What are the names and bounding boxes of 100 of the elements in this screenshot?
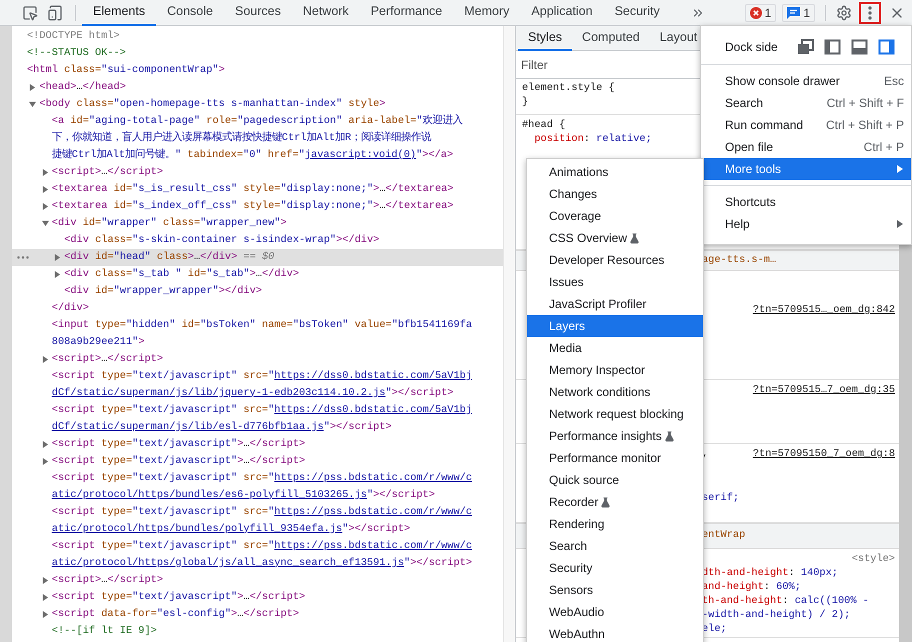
dock-right-icon[interactable]: [877, 38, 895, 56]
code-line: 下，你就知道，盲人用户进入读屏幕模式请按快捷键Ctrl加Alt加R；阅读详细操作说: [52, 130, 432, 146]
code-line: <script type="text/javascript">…</script>: [52, 436, 306, 452]
expand-arrow-icon[interactable]: [29, 84, 36, 91]
panel-tab[interactable]: Application: [520, 0, 604, 26]
menu-item[interactable]: Coverage: [527, 205, 703, 227]
css-line: serif;: [702, 491, 740, 506]
menu-item[interactable]: Show console drawer Esc: [701, 70, 911, 92]
panel-tab[interactable]: Performance: [360, 0, 454, 26]
source-link[interactable]: ?tn=5709515…7_oem_dg:35: [752, 382, 895, 398]
url-link[interactable]: dCf/static/superman/js/lib/esl-d776bfb1aa.js: [52, 420, 324, 433]
collapse-arrow-icon[interactable]: [29, 101, 36, 108]
code-line: </div>: [52, 300, 89, 316]
code-line: <!--STATUS OK-->: [27, 46, 126, 61]
expand-arrow-icon[interactable]: [42, 577, 49, 584]
menu-item[interactable]: CSS Overview: [527, 227, 703, 249]
url-link[interactable]: https://dss0.bdstatic.com/5aV1bj: [274, 370, 472, 382]
expand-arrow-icon[interactable]: [42, 169, 49, 176]
url-link[interactable]: atic/protocol/https/bundles/es6-polyfill_5103265.js: [52, 488, 367, 501]
collapse-arrow-icon[interactable]: [42, 220, 49, 227]
menu-item[interactable]: Rendering: [527, 513, 703, 535]
expand-arrow-icon[interactable]: [42, 458, 49, 465]
css-line: }: [522, 95, 528, 110]
expand-arrow-icon[interactable]: [54, 271, 62, 278]
expand-arrow-icon[interactable]: [42, 441, 49, 448]
menu-item[interactable]: Issues: [527, 271, 703, 293]
menu-item[interactable]: Run command Ctrl + Shift + P: [701, 114, 911, 136]
sidebar-tab[interactable]: Styles: [518, 26, 572, 50]
expand-arrow-icon[interactable]: [42, 611, 49, 618]
url-link[interactable]: javascript:void(0): [304, 148, 416, 161]
menu-item[interactable]: More tools: [701, 158, 911, 180]
message-count-badge[interactable]: 1: [782, 4, 815, 22]
code-line: <script>…</script>: [52, 352, 164, 367]
panel-tab[interactable]: Network: [292, 0, 360, 26]
device-icon[interactable]: [47, 4, 63, 20]
panel-tab[interactable]: Memory: [453, 0, 520, 26]
menu-item[interactable]: Performance insights: [527, 425, 703, 447]
url-link[interactable]: https://dss0.bdstatic.com/5aV1bj: [274, 404, 472, 416]
error-count-badge[interactable]: 1: [744, 4, 776, 22]
menu-item[interactable]: Animations: [527, 161, 703, 183]
expand-arrow-icon[interactable]: [42, 186, 49, 193]
panel-tab[interactable]: Console: [156, 0, 224, 26]
menu-item[interactable]: Media: [527, 337, 703, 359]
code-line: <div id="head" class>…</div> == $0: [64, 250, 274, 265]
menu-item[interactable]: Open file Ctrl + P: [701, 136, 911, 158]
menu-item[interactable]: WebAudio: [527, 601, 703, 623]
flask-icon: [600, 496, 612, 508]
dock-undock-icon[interactable]: [796, 38, 814, 56]
more-dots-icon[interactable]: [17, 256, 29, 259]
menu-item[interactable]: Search Ctrl + Shift + F: [701, 92, 911, 114]
menu-item[interactable]: Quick source: [527, 469, 703, 491]
panel-tab[interactable]: Elements: [82, 0, 156, 26]
code-line: <script type="text/javascript">…</script>: [52, 590, 306, 605]
selected-row[interactable]: <div id="head" class>…</div> == $0: [12, 249, 503, 266]
dock-side-label: Dock side: [725, 39, 778, 56]
code-line: <script type="text/javascript" src="https://pss.bdstatic.com/r/www/c: [52, 470, 472, 486]
dock-bottom-icon[interactable]: [850, 38, 868, 56]
menu-item[interactable]: Shortcuts: [701, 191, 911, 213]
url-link[interactable]: atic/protocol/https/bundles/polyfill_9354efa.js: [52, 522, 342, 535]
menu-item[interactable]: Memory Inspector: [527, 359, 703, 381]
menu-item[interactable]: WebAuthn: [527, 623, 703, 642]
sidebar-tab[interactable]: Computed: [572, 26, 650, 50]
source-link[interactable]: ?tn=5709515…_oem_dg:842: [752, 302, 895, 318]
menu-item[interactable]: Network conditions: [527, 381, 703, 403]
menu-item[interactable]: Recorder: [527, 491, 703, 513]
url-link[interactable]: atic/protocol/https/global/js/all_async_search_ef13591.js: [52, 556, 404, 569]
menu-item[interactable]: Security: [527, 557, 703, 579]
menu-item[interactable]: JavaScript Profiler: [527, 293, 703, 315]
menu-item[interactable]: Performance monitor: [527, 447, 703, 469]
url-link[interactable]: https://pss.bdstatic.com/r/www/c: [274, 472, 472, 484]
selector-text: entWrap: [702, 528, 746, 544]
code-line: <script type="text/javascript">…</script>: [52, 454, 306, 469]
code-line: <head>…</head>: [39, 80, 126, 95]
css-line: #head {: [522, 118, 566, 134]
source-link[interactable]: ?tn=57095150_7_oem_dg:8: [752, 447, 895, 463]
menu-item[interactable]: Sensors: [527, 579, 703, 601]
expand-arrow-icon[interactable]: [42, 356, 49, 363]
expand-arrow-icon[interactable]: [42, 203, 49, 210]
inspect-icon[interactable]: [22, 4, 38, 20]
menu-item[interactable]: Help: [701, 213, 911, 235]
settings-icon[interactable]: [836, 4, 852, 20]
sidebar-tab[interactable]: Layout: [650, 26, 708, 50]
menu-item[interactable]: Changes: [527, 183, 703, 205]
css-line: element.style {: [522, 81, 615, 96]
url-link[interactable]: https://pss.bdstatic.com/r/www/c: [274, 540, 472, 552]
dock-left-icon[interactable]: [823, 38, 841, 56]
menu-item[interactable]: Developer Resources: [527, 249, 703, 271]
panel-tab[interactable]: Sources: [224, 0, 292, 26]
menu-item[interactable]: Search: [527, 535, 703, 557]
source-link[interactable]: <style>: [852, 552, 895, 568]
url-link[interactable]: https://pss.bdstatic.com/r/www/c: [274, 506, 472, 518]
menu-button[interactable]: [859, 2, 881, 24]
expand-arrow-icon[interactable]: [54, 254, 62, 261]
menu-item[interactable]: Layers: [527, 315, 703, 337]
code-line: atic/protocol/https/bundles/es6-polyfill_5103265.js"></script>: [52, 488, 435, 503]
url-link[interactable]: dCf/static/superman/js/lib/jquery-1-edb203c114.10.2.js: [52, 386, 386, 399]
code-line: <textarea id="s_is_result_css" style="display:none;">…</textarea>: [52, 182, 454, 197]
menu-item[interactable]: Network request blocking: [527, 403, 703, 425]
panel-tab[interactable]: Security: [604, 0, 671, 26]
expand-arrow-icon[interactable]: [42, 594, 49, 601]
